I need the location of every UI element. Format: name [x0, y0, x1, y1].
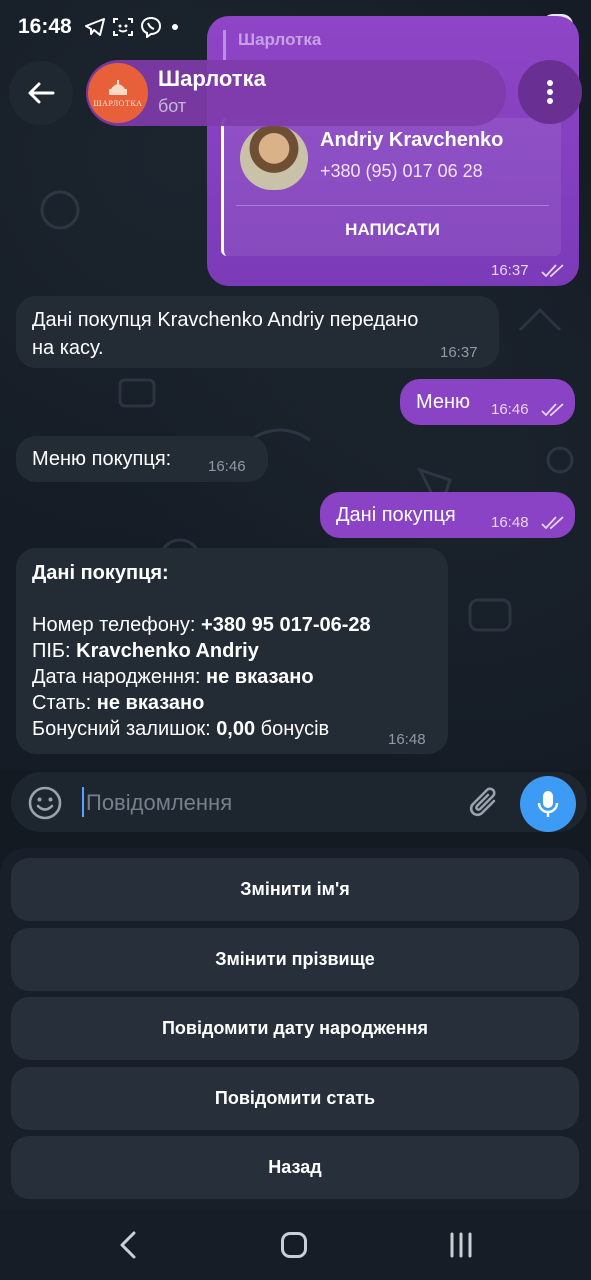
name-row: ПІБ: Kravchenko Andriy [32, 638, 259, 664]
name-value: Kravchenko Andriy [76, 640, 259, 662]
gender-value: не вказано [96, 692, 205, 714]
double-check-icon [541, 403, 564, 417]
face-scan-icon [113, 18, 133, 36]
message-text-line: Дані покупця Kravchenko Andriy передано [32, 309, 419, 331]
incoming-message[interactable]: Меню покупця: 16:46 [16, 436, 268, 482]
write-message-button[interactable]: НАПИСАТИ [236, 220, 549, 240]
chat-title[interactable]: Шарлотка [158, 66, 266, 92]
message-text: Меню [416, 391, 471, 413]
double-check-icon [541, 264, 564, 278]
bot-avatar[interactable]: ШАРЛОТКА [88, 63, 148, 123]
message-time: 16:46 [208, 458, 246, 475]
birth-date-row: Дата народження: не вказано [32, 664, 314, 690]
viber-icon [140, 16, 162, 38]
report-birth-date-button[interactable]: Повідомити дату народження [11, 997, 579, 1060]
phone-row: Номер телефону: +380 95 017-06-28 [32, 612, 371, 638]
back-keyboard-button[interactable]: Назад [11, 1136, 579, 1199]
back-button[interactable] [9, 61, 73, 125]
outgoing-message[interactable]: Меню 16:46 [400, 379, 575, 425]
change-first-name-button[interactable]: Змінити ім'я [11, 858, 579, 921]
nav-home-icon[interactable] [281, 1232, 307, 1258]
contact-avatar [240, 126, 308, 190]
phone-label: Номер телефону: [32, 614, 202, 636]
message-time: 16:46 [491, 401, 529, 418]
outgoing-message[interactable]: Дані покупця 16:48 [320, 492, 575, 538]
notification-icons [84, 16, 178, 38]
bonus-value: 0,00 [216, 718, 256, 740]
contact-name: Andriy Kravchenko [320, 129, 504, 151]
bonus-suffix: бонусів [255, 718, 330, 740]
message-time: 16:48 [388, 731, 426, 748]
birth-date-value: не вказано [206, 666, 314, 688]
bonus-label: Бонусний залишок: [32, 718, 217, 740]
text-cursor [82, 787, 84, 817]
customer-data-title: Дані покупця: [32, 562, 169, 584]
voice-record-button[interactable] [520, 776, 576, 832]
avatar-logo-text: ШАРЛОТКА [93, 98, 143, 108]
message-text-line: на касу. [32, 337, 104, 359]
more-vertical-icon [547, 80, 553, 104]
message-text: Дані покупця [336, 504, 456, 526]
more-notifications-dot-icon [172, 24, 178, 30]
microphone-icon [537, 791, 559, 817]
message-time: 16:37 [491, 262, 529, 279]
chat-subtitle: бот [158, 96, 187, 116]
name-label: ПІБ: [32, 640, 77, 662]
double-check-icon [541, 516, 564, 530]
message-input[interactable] [86, 786, 446, 820]
report-gender-button[interactable]: Повідомити стать [11, 1067, 579, 1130]
status-time: 16:48 [18, 15, 72, 38]
change-last-name-button[interactable]: Змінити прізвище [11, 928, 579, 991]
gender-label: Стать: [32, 692, 97, 714]
chat-header[interactable] [86, 60, 506, 126]
nav-recent-apps-icon[interactable] [448, 1232, 474, 1258]
message-time: 16:48 [491, 514, 529, 531]
customer-data-message[interactable]: Дані покупця: Номер телефону: +380 95 01… [16, 548, 448, 754]
message-time: 16:37 [440, 344, 478, 361]
nav-back-icon[interactable] [116, 1230, 140, 1260]
paperclip-icon[interactable] [466, 783, 504, 823]
arrow-left-icon [28, 82, 55, 104]
contact-divider [236, 205, 549, 206]
contact-phone: +380 (95) 017 06 28 [320, 161, 483, 181]
more-options-button[interactable] [518, 60, 582, 124]
cake-icon [109, 79, 127, 95]
quoted-sender: Шарлотка [223, 30, 563, 60]
smile-icon[interactable] [26, 784, 64, 822]
bonus-row: Бонусний залишок: 0,00 бонусів [32, 716, 329, 742]
birth-date-label: Дата народження: [32, 666, 207, 688]
phone-value: +380 95 017-06-28 [201, 614, 371, 636]
gender-row: Стать: не вказано [32, 690, 204, 716]
incoming-message[interactable]: Дані покупця Kravchenko Andriy передано … [16, 296, 499, 368]
message-text: Меню покупця: [32, 448, 172, 470]
telegram-icon [85, 18, 105, 36]
